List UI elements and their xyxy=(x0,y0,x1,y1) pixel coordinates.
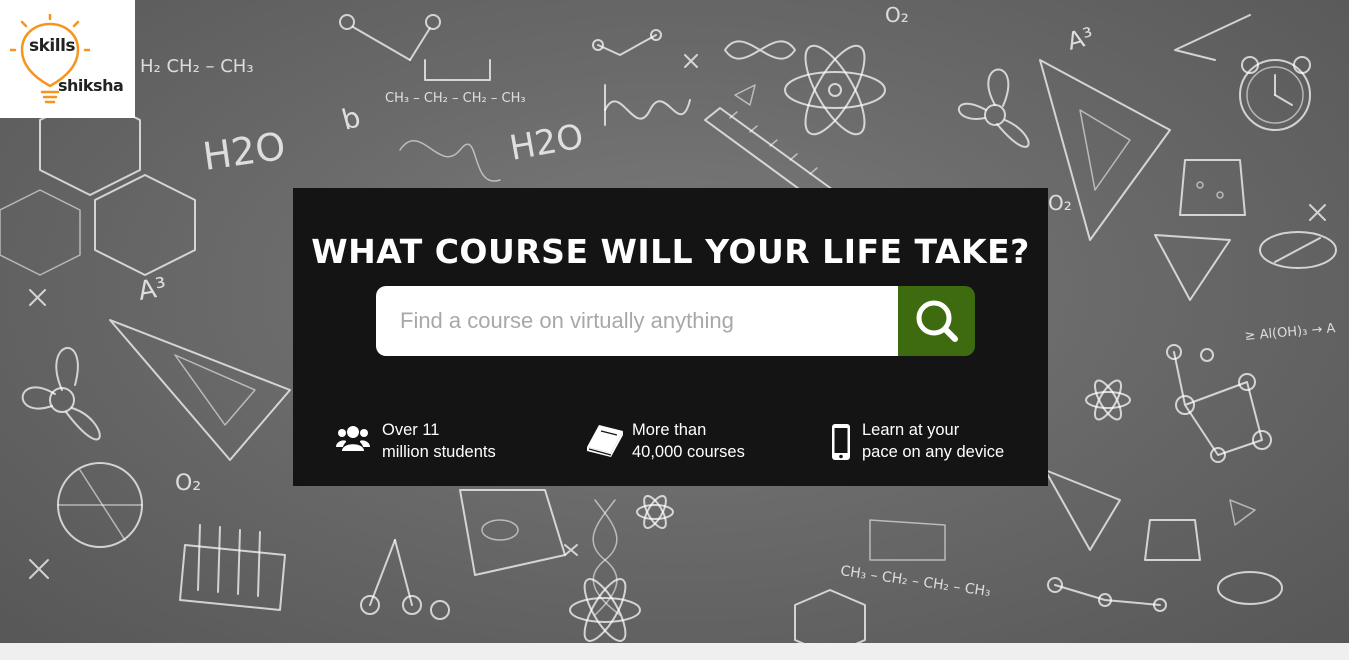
h2o-mid: H2O xyxy=(507,117,587,169)
feature-students: Over 11 million students xyxy=(336,419,536,467)
formula-mid: CH₃ – CH₂ – CH₂ – CH₃ xyxy=(385,91,526,106)
a3-right: A³ xyxy=(1064,22,1096,56)
footer-strip xyxy=(0,643,1349,660)
o2-right: O₂ xyxy=(1048,191,1072,215)
formula-bottom: CH₃ – CH₂ – CH₂ – CH₃ xyxy=(839,563,991,600)
feature-devices-line2: pace on any device xyxy=(862,443,1005,461)
feature-courses-line2: 40,000 courses xyxy=(632,443,745,461)
feature-devices: Learn at your pace on any device xyxy=(831,419,1031,467)
feature-students-line1: Over 11 xyxy=(382,421,440,439)
h2o-left: H2O xyxy=(200,124,288,179)
feature-courses-line1: More than xyxy=(632,421,707,439)
feature-students-line2: million students xyxy=(382,443,496,461)
users-icon xyxy=(336,426,370,451)
eq-right: ≥ Al(OH)₃ → A xyxy=(1244,321,1336,344)
search-button[interactable] xyxy=(898,286,975,356)
mobile-phone-icon xyxy=(832,424,850,460)
search-icon xyxy=(916,300,958,342)
search-panel: What course will your life take? Over 11… xyxy=(293,188,1048,486)
brand-logo[interactable]: skills shiksha xyxy=(0,0,135,118)
b-left: b xyxy=(338,100,364,136)
book-icon xyxy=(587,425,623,457)
formula-top: H₂ CH₂ – CH₃ xyxy=(140,56,254,77)
o2-left: O₂ xyxy=(175,471,201,496)
brand-name-line2: shiksha xyxy=(58,76,124,95)
hero-headline: What course will your life take? xyxy=(311,232,1030,271)
course-search-input[interactable] xyxy=(376,286,898,356)
brand-name-line1: skills xyxy=(29,36,76,56)
o2-top: O₂ xyxy=(885,3,909,27)
feature-devices-line1: Learn at your xyxy=(862,421,960,439)
a3-left: A³ xyxy=(136,272,169,306)
feature-courses: More than 40,000 courses xyxy=(585,419,785,467)
